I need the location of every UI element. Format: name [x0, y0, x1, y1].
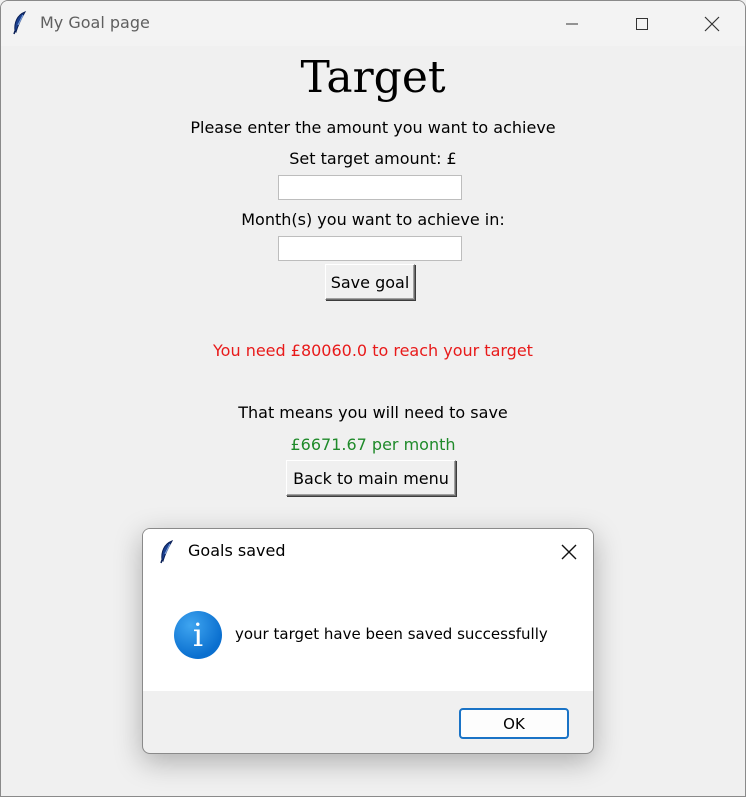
save-goal-button[interactable]: Save goal [325, 264, 415, 300]
dialog-title: Goals saved [188, 541, 286, 560]
page-title: Target [300, 52, 446, 103]
feather-icon [159, 540, 175, 568]
dialog-message: your target have been saved successfully [235, 625, 548, 643]
target-amount-input[interactable] [278, 175, 462, 200]
feather-icon [12, 11, 28, 39]
ok-button[interactable]: OK [459, 708, 569, 739]
window-title: My Goal page [40, 13, 150, 32]
months-input[interactable] [278, 236, 462, 261]
maximize-button[interactable] [607, 1, 677, 46]
close-button[interactable] [677, 1, 745, 46]
dialog-title-bar[interactable]: Goals saved [143, 529, 593, 574]
title-bar[interactable]: My Goal page [1, 1, 745, 46]
minimize-icon [566, 23, 578, 24]
goals-saved-dialog: Goals saved i your target have been save… [142, 528, 594, 754]
close-icon [704, 16, 720, 31]
need-amount-message: You need £80060.0 to reach your target [213, 341, 533, 360]
maximize-icon [636, 17, 648, 30]
dialog-close-button[interactable] [553, 539, 585, 565]
minimize-button[interactable] [537, 1, 607, 46]
months-label: Month(s) you want to achieve in: [241, 210, 505, 229]
target-amount-label: Set target amount: £ [289, 149, 457, 168]
save-intro-text: That means you will need to save [238, 403, 508, 422]
info-icon: i [174, 611, 222, 659]
back-to-main-menu-button[interactable]: Back to main menu [286, 460, 456, 496]
instruction-text: Please enter the amount you want to achi… [190, 118, 556, 137]
per-month-amount: £6671.67 per month [290, 435, 456, 454]
dialog-body: i your target have been saved successful… [143, 574, 593, 691]
close-icon [561, 544, 577, 560]
